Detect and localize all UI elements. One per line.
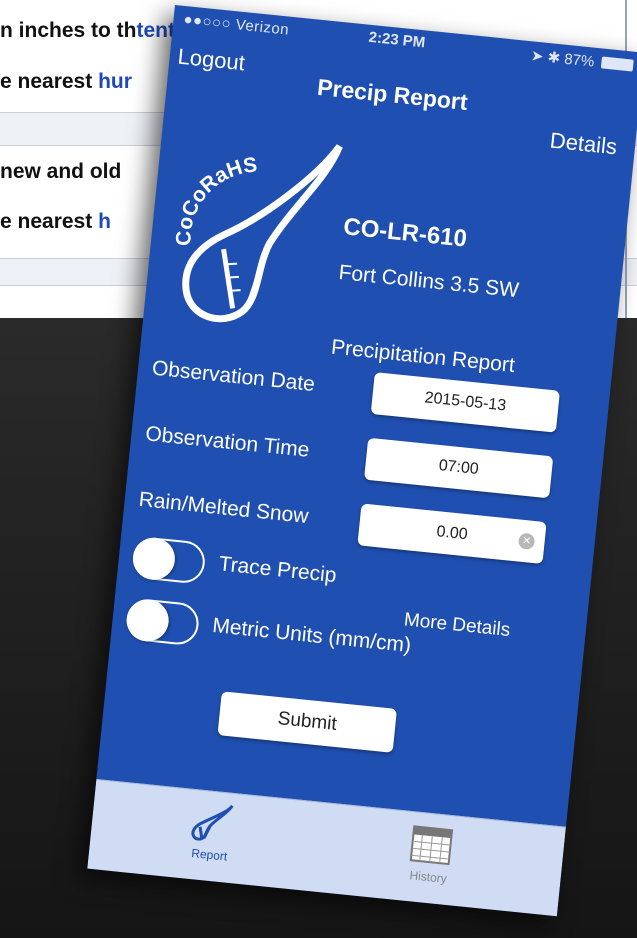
background-text-line: e nearest hur: [0, 70, 132, 94]
observation-date-field[interactable]: 2015-05-13: [370, 372, 560, 433]
rain-label: Rain/Melted Snow: [137, 487, 310, 529]
rain-value: 0.00: [435, 523, 469, 544]
station-id: CO-LR-610: [342, 213, 469, 253]
section-title: Precipitation Report: [330, 335, 516, 378]
background-text-line: e nearest h: [0, 210, 111, 234]
toggle-knob: [124, 597, 171, 644]
raindrop-icon: [191, 804, 234, 841]
observation-time-label: Observation Time: [144, 422, 311, 462]
background-link[interactable]: hur: [98, 70, 132, 93]
toggle-knob: [130, 535, 177, 582]
station-name: Fort Collins 3.5 SW: [337, 260, 520, 303]
battery-percent: 87%: [563, 50, 596, 71]
observation-date-label: Observation Date: [151, 356, 316, 397]
background-text: e nearest: [0, 210, 99, 233]
calendar-icon: [409, 825, 454, 866]
metric-units-label: Metric Units (mm/cm): [211, 614, 413, 658]
background-text-line: new and old: [0, 160, 121, 184]
background-text: e nearest: [0, 70, 99, 93]
submit-button[interactable]: Submit: [217, 691, 397, 753]
clock: 2:23 PM: [367, 28, 427, 52]
location-icon: ➤: [530, 47, 545, 66]
background-link[interactable]: h: [98, 210, 111, 233]
battery-icon: [600, 56, 634, 72]
background-text: n inches to th: [0, 19, 137, 42]
more-details-link[interactable]: More Details: [403, 609, 511, 642]
cocorahs-logo: CoCoRaHS: [171, 144, 343, 323]
phone-screen: ●●○○○ Verizon 2:23 PM ➤ ✱ 87% Logout Pre…: [87, 5, 637, 917]
observation-time-field[interactable]: 07:00: [364, 437, 554, 499]
page-title: Precip Report: [316, 73, 469, 115]
details-button[interactable]: Details: [549, 128, 618, 161]
trace-precip-toggle[interactable]: [130, 535, 207, 585]
logout-button[interactable]: Logout: [176, 44, 246, 77]
trace-precip-label: Trace Precip: [217, 552, 338, 588]
rain-field[interactable]: 0.00 ✕: [357, 503, 547, 564]
clear-icon[interactable]: ✕: [517, 532, 536, 551]
metric-units-toggle[interactable]: [124, 597, 201, 647]
tab-label: History: [408, 868, 448, 886]
background-text: new and old: [0, 160, 122, 183]
tab-label: Report: [190, 846, 228, 864]
bluetooth-icon: ✱: [546, 48, 562, 68]
